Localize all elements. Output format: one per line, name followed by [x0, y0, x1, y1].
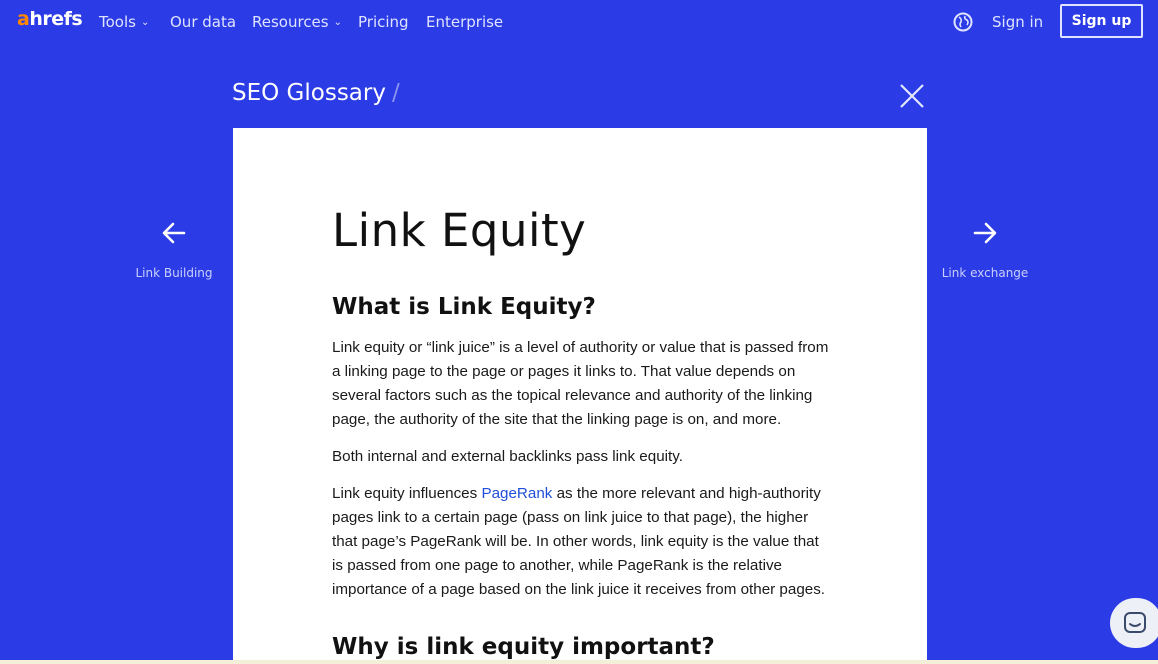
- breadcrumb-separator: /: [391, 80, 400, 106]
- nav-pricing[interactable]: Pricing: [358, 13, 409, 31]
- nav-tools[interactable]: Tools ⌄: [99, 13, 149, 31]
- prev-term-label: Link Building: [135, 266, 213, 280]
- page-bottom-edge: [0, 660, 1158, 664]
- chevron-down-icon: ⌄: [333, 17, 342, 28]
- close-icon[interactable]: [898, 82, 926, 110]
- chat-icon: [1124, 612, 1146, 633]
- chat-launcher-button[interactable]: [1110, 598, 1158, 648]
- nav-resources[interactable]: Resources ⌄: [252, 13, 342, 31]
- ahrefs-logo[interactable]: ahrefs: [17, 8, 83, 30]
- section-heading-why: Why is link equity important?: [332, 634, 715, 660]
- top-nav: ahrefs Tools ⌄ Our data Resources ⌄ Pricin…: [0, 0, 1158, 44]
- sign-in-link[interactable]: Sign in: [992, 13, 1043, 31]
- glossary-title[interactable]: SEO Glossary: [232, 80, 386, 106]
- next-term-label: Link exchange: [941, 266, 1029, 280]
- chevron-down-icon: ⌄: [140, 17, 150, 28]
- glossary-breadcrumb: SEO Glossary /: [232, 80, 400, 106]
- paragraph-backlinks: Both internal and external backlinks pas…: [332, 448, 683, 465]
- pagerank-link[interactable]: PageRank: [481, 485, 552, 502]
- paragraph-definition: Link equity or “link juice” is a level o…: [332, 339, 829, 428]
- paragraph-pagerank: Link equity influences PageRank as the m…: [332, 485, 826, 598]
- nav-our-data[interactable]: Our data: [170, 13, 236, 31]
- arrow-right-icon: [973, 222, 997, 244]
- article-title: Link Equity: [332, 204, 587, 257]
- section-heading-what: What is Link Equity?: [332, 294, 596, 320]
- arrow-left-icon: [162, 222, 186, 244]
- next-term-link[interactable]: Link exchange: [925, 220, 1045, 280]
- globe-icon[interactable]: [953, 12, 973, 32]
- sign-up-button[interactable]: Sign up: [1060, 4, 1143, 38]
- prev-term-link[interactable]: Link Building: [114, 220, 234, 280]
- article-card: Link Equity What is Link Equity? Link eq…: [233, 128, 927, 664]
- nav-enterprise[interactable]: Enterprise: [426, 13, 503, 31]
